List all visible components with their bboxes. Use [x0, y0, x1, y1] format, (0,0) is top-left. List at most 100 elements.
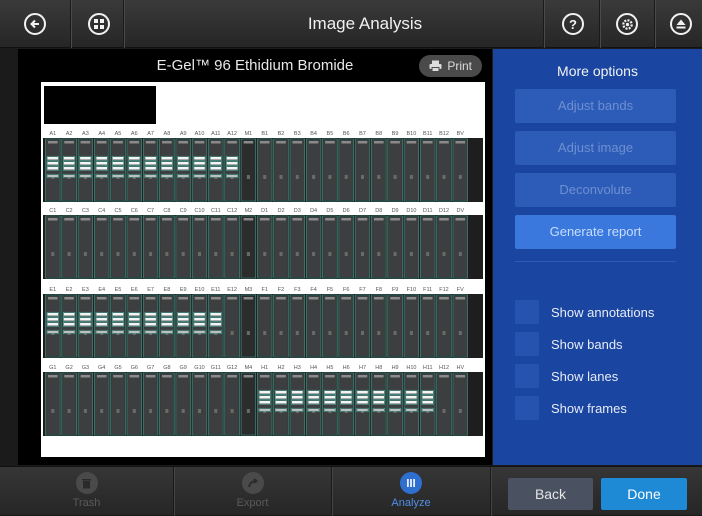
gel-band[interactable]: [129, 318, 140, 321]
show-frames-toggle[interactable]: Show frames: [515, 396, 627, 420]
gel-lane[interactable]: [290, 296, 305, 356]
gel-band[interactable]: [226, 157, 238, 160]
gel-band[interactable]: [80, 318, 91, 321]
gel-band[interactable]: [194, 313, 205, 316]
gel-band[interactable]: [340, 409, 352, 411]
gel-lane[interactable]: [127, 140, 142, 200]
gel-lane[interactable]: [160, 296, 174, 356]
gel-band[interactable]: [340, 391, 352, 394]
gel-band[interactable]: [96, 313, 107, 316]
trash-tab[interactable]: Trash: [0, 467, 173, 516]
gel-band[interactable]: [422, 391, 433, 394]
gel-band[interactable]: [129, 162, 140, 165]
gel-lane[interactable]: [437, 374, 451, 434]
gel-band[interactable]: [96, 318, 107, 321]
gel-band[interactable]: [145, 175, 156, 177]
gel-lane[interactable]: [323, 140, 337, 200]
gel-lane[interactable]: [111, 296, 125, 356]
gel-lane[interactable]: [290, 140, 305, 200]
gel-lane[interactable]: [420, 140, 435, 200]
gel-band[interactable]: [112, 323, 124, 326]
show-bands-checkbox[interactable]: [515, 332, 539, 356]
gel-band[interactable]: [80, 162, 91, 165]
gel-band[interactable]: [177, 162, 189, 165]
gel-lane[interactable]: [78, 374, 93, 434]
gel-lane[interactable]: [274, 140, 288, 200]
gel-band[interactable]: [194, 157, 205, 160]
gel-band[interactable]: [226, 175, 238, 177]
gel-lane[interactable]: [143, 217, 158, 277]
gel-lane[interactable]: [225, 217, 239, 277]
gel-band[interactable]: [145, 162, 156, 165]
show-bands-toggle[interactable]: Show bands: [515, 332, 623, 356]
gel-band[interactable]: [80, 323, 91, 326]
adjust-image-button[interactable]: Adjust image: [515, 131, 676, 165]
gel-band[interactable]: [63, 175, 75, 177]
gel-lane[interactable]: [355, 296, 370, 356]
gel-lane[interactable]: [404, 140, 419, 200]
gel-band[interactable]: [210, 157, 222, 160]
export-tab[interactable]: Export: [174, 467, 331, 516]
gel-band[interactable]: [112, 318, 124, 321]
gel-lane[interactable]: [225, 140, 239, 200]
gel-lane[interactable]: [372, 374, 386, 434]
gel-lane[interactable]: [94, 217, 109, 277]
gel-lane[interactable]: [127, 374, 142, 434]
gel-band[interactable]: [129, 167, 140, 170]
gel-band[interactable]: [47, 175, 59, 177]
gel-band[interactable]: [177, 167, 189, 170]
gel-band[interactable]: [308, 401, 319, 404]
gel-lane[interactable]: [241, 217, 256, 277]
gel-band[interactable]: [96, 162, 107, 165]
gel-lane[interactable]: [143, 296, 158, 356]
gel-lane[interactable]: [372, 140, 386, 200]
adjust-bands-button[interactable]: Adjust bands: [515, 89, 676, 123]
show-annotations-checkbox[interactable]: [515, 300, 539, 324]
gel-lane[interactable]: [176, 140, 190, 200]
gel-lane[interactable]: [241, 374, 256, 434]
gel-band[interactable]: [210, 162, 222, 165]
gel-band[interactable]: [226, 162, 238, 165]
gel-lane[interactable]: [323, 296, 337, 356]
gel-lane[interactable]: [192, 296, 207, 356]
gel-band[interactable]: [129, 175, 140, 177]
gel-band[interactable]: [63, 162, 75, 165]
gel-lane[interactable]: [241, 296, 256, 356]
gel-band[interactable]: [47, 162, 59, 165]
gel-lane[interactable]: [257, 140, 272, 200]
gel-band[interactable]: [177, 175, 189, 177]
gel-lane[interactable]: [143, 374, 158, 434]
gel-band[interactable]: [47, 331, 59, 333]
gel-lane[interactable]: [372, 296, 386, 356]
gel-band[interactable]: [259, 391, 270, 394]
gel-lane[interactable]: [176, 374, 190, 434]
gel-lane[interactable]: [388, 140, 402, 200]
gel-lane[interactable]: [62, 374, 76, 434]
gel-band[interactable]: [47, 167, 59, 170]
gel-band[interactable]: [80, 313, 91, 316]
gel-band[interactable]: [145, 313, 156, 316]
gel-band[interactable]: [422, 401, 433, 404]
gel-band[interactable]: [308, 396, 319, 399]
gel-band[interactable]: [47, 313, 59, 316]
gel-lane[interactable]: [404, 217, 419, 277]
gel-band[interactable]: [275, 391, 287, 394]
eject-button[interactable]: [660, 0, 702, 48]
show-frames-checkbox[interactable]: [515, 396, 539, 420]
print-button[interactable]: Print: [419, 55, 482, 77]
gel-band[interactable]: [210, 167, 222, 170]
home-grid-button[interactable]: [78, 0, 120, 48]
gel-lane[interactable]: [404, 296, 419, 356]
gel-lane[interactable]: [339, 140, 353, 200]
gel-band[interactable]: [129, 331, 140, 333]
gel-lane[interactable]: [176, 296, 190, 356]
gel-band[interactable]: [259, 396, 270, 399]
gel-band[interactable]: [177, 157, 189, 160]
gel-lane[interactable]: [46, 296, 60, 356]
gel-band[interactable]: [275, 409, 287, 411]
gel-lane[interactable]: [372, 217, 386, 277]
gel-band[interactable]: [112, 313, 124, 316]
gel-lane[interactable]: [339, 217, 353, 277]
gel-band[interactable]: [161, 318, 173, 321]
gel-lane[interactable]: [306, 217, 321, 277]
